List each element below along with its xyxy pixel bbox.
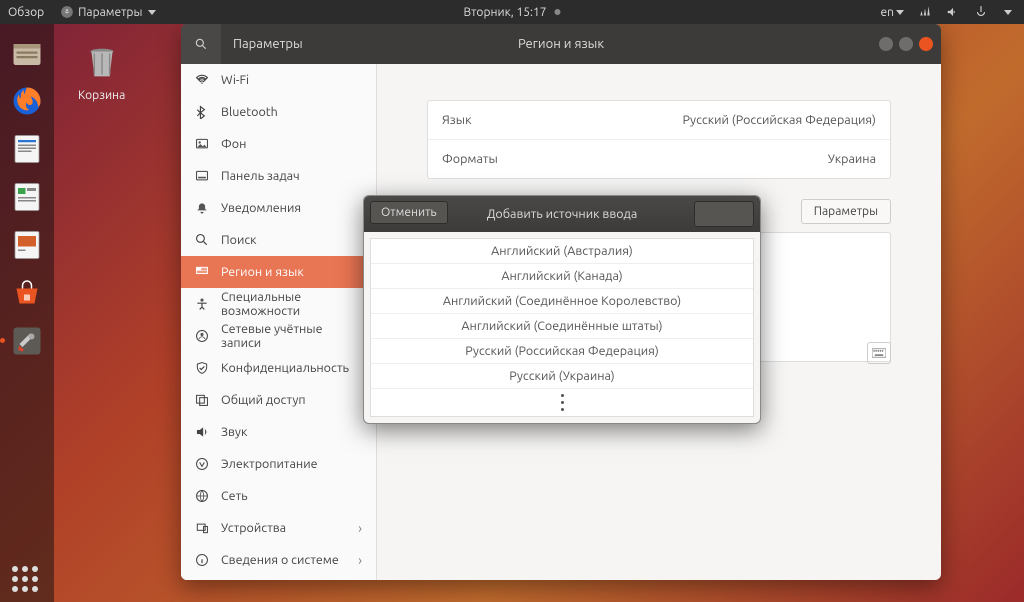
input-source-option[interactable]: Английский (Соединённое Королевство) bbox=[371, 289, 753, 314]
sidebar-item-label: Панель задач bbox=[221, 169, 300, 183]
sidebar-item-label: Регион и язык bbox=[221, 265, 304, 279]
formats-value: Украина bbox=[828, 152, 876, 166]
dock-writer[interactable] bbox=[6, 128, 48, 170]
input-source-list: Английский (Австралия)Английский (Канада… bbox=[370, 238, 754, 417]
volume-icon[interactable] bbox=[946, 5, 960, 19]
window-close[interactable] bbox=[919, 37, 933, 51]
language-row[interactable]: Язык Русский (Российская Федерация) bbox=[428, 101, 890, 140]
trash-label: Корзина bbox=[78, 89, 125, 102]
window-titlebar: Параметры Регион и язык bbox=[181, 24, 941, 64]
sidebar-item-devices[interactable]: Устройства› bbox=[181, 512, 376, 544]
window-minimize[interactable] bbox=[879, 37, 893, 51]
sidebar-item-sharing[interactable]: Общий доступ bbox=[181, 384, 376, 416]
sidebar-item-label: Конфиденциальность bbox=[221, 361, 349, 375]
window-maximize[interactable] bbox=[899, 37, 913, 51]
sidebar-item-label: Общий доступ bbox=[221, 393, 306, 407]
titlebar-search-button[interactable] bbox=[181, 24, 221, 64]
sidebar-item-region[interactable]: Регион и язык bbox=[181, 256, 376, 288]
formats-label: Форматы bbox=[442, 152, 498, 166]
dock-impress[interactable] bbox=[6, 224, 48, 266]
sidebar-item-label: Bluetooth bbox=[221, 105, 278, 119]
dialog-cancel-button[interactable]: Отменить bbox=[370, 201, 448, 224]
dialog-title: Добавить источник ввода bbox=[487, 207, 638, 221]
keyboard-layout-button[interactable] bbox=[867, 342, 891, 364]
sidebar-item-label: Специальные возможности bbox=[221, 290, 362, 318]
power-icon[interactable] bbox=[974, 5, 988, 19]
sidebar-item-label: Фон bbox=[221, 137, 246, 151]
titlebar-panel-name: Регион и язык bbox=[518, 37, 604, 51]
sidebar-item-label: Поиск bbox=[221, 233, 257, 247]
input-source-more[interactable] bbox=[371, 389, 753, 416]
activities-button[interactable]: Обзор bbox=[8, 6, 44, 19]
sidebar-item-sound[interactable]: Звук bbox=[181, 416, 376, 448]
dock-calc[interactable] bbox=[6, 176, 48, 218]
sidebar-item-privacy[interactable]: Конфиденциальность bbox=[181, 352, 376, 384]
sidebar-item-label: Сетевые учётные записи bbox=[221, 322, 362, 350]
gnome-top-bar: Обзор Параметры Вторник, 15:17 en bbox=[0, 0, 1024, 24]
dialog-titlebar: Отменить Добавить источник ввода bbox=[364, 196, 760, 232]
sidebar-item-label: Устройства bbox=[221, 521, 286, 535]
network-icon[interactable] bbox=[918, 5, 932, 19]
ubuntu-dock bbox=[0, 24, 54, 602]
sidebar-item-label: Сведения о системе bbox=[221, 553, 339, 567]
input-source-option[interactable]: Русский (Украина) bbox=[371, 364, 753, 389]
settings-sidebar: Wi-Fi Bluetooth Фон Панель задач Уведомления… bbox=[181, 64, 377, 580]
sidebar-item-wifi[interactable]: Wi-Fi bbox=[181, 64, 376, 96]
input-options-button[interactable]: Параметры bbox=[801, 199, 891, 224]
keyboard-layout-indicator[interactable]: en bbox=[881, 6, 904, 19]
sidebar-item-power[interactable]: Электропитание bbox=[181, 448, 376, 480]
show-applications[interactable] bbox=[12, 566, 38, 592]
sidebar-item-label: Wi-Fi bbox=[221, 73, 249, 87]
sidebar-item-search[interactable]: Поиск bbox=[181, 224, 376, 256]
sidebar-item-notifications[interactable]: Уведомления bbox=[181, 192, 376, 224]
input-source-option[interactable]: Английский (Канада) bbox=[371, 264, 753, 289]
sidebar-item-network[interactable]: Сеть bbox=[181, 480, 376, 512]
desktop-trash[interactable]: Корзина bbox=[78, 40, 125, 102]
system-menu-chevron[interactable] bbox=[1004, 10, 1012, 15]
clock[interactable]: Вторник, 15:17 bbox=[463, 6, 560, 19]
formats-row[interactable]: Форматы Украина bbox=[428, 140, 890, 178]
input-source-option[interactable]: Английский (Соединённые штаты) bbox=[371, 314, 753, 339]
input-source-option[interactable]: Английский (Австралия) bbox=[371, 239, 753, 264]
dialog-add-button[interactable] bbox=[694, 201, 754, 227]
app-menu[interactable]: Параметры bbox=[60, 5, 156, 19]
sidebar-item-label: Электропитание bbox=[221, 457, 318, 471]
sidebar-item-bluetooth[interactable]: Bluetooth bbox=[181, 96, 376, 128]
dock-files[interactable] bbox=[6, 32, 48, 74]
language-label: Язык bbox=[442, 113, 472, 127]
sidebar-item-label: Звук bbox=[221, 425, 247, 439]
titlebar-app-name: Параметры bbox=[221, 37, 377, 51]
input-source-option[interactable]: Русский (Российская Федерация) bbox=[371, 339, 753, 364]
sidebar-item-access[interactable]: Специальные возможности bbox=[181, 288, 376, 320]
sidebar-item-about[interactable]: Сведения о системе› bbox=[181, 544, 376, 576]
sidebar-item-label: Сеть bbox=[221, 489, 248, 503]
sidebar-item-accounts[interactable]: Сетевые учётные записи bbox=[181, 320, 376, 352]
sidebar-item-dock[interactable]: Панель задач bbox=[181, 160, 376, 192]
sidebar-item-label: Уведомления bbox=[221, 201, 301, 215]
add-input-source-dialog: Отменить Добавить источник ввода Английс… bbox=[363, 195, 761, 424]
dock-software[interactable] bbox=[6, 272, 48, 314]
dock-firefox[interactable] bbox=[6, 80, 48, 122]
language-value: Русский (Российская Федерация) bbox=[682, 113, 876, 127]
dock-settings[interactable] bbox=[6, 320, 48, 362]
sidebar-item-background[interactable]: Фон bbox=[181, 128, 376, 160]
